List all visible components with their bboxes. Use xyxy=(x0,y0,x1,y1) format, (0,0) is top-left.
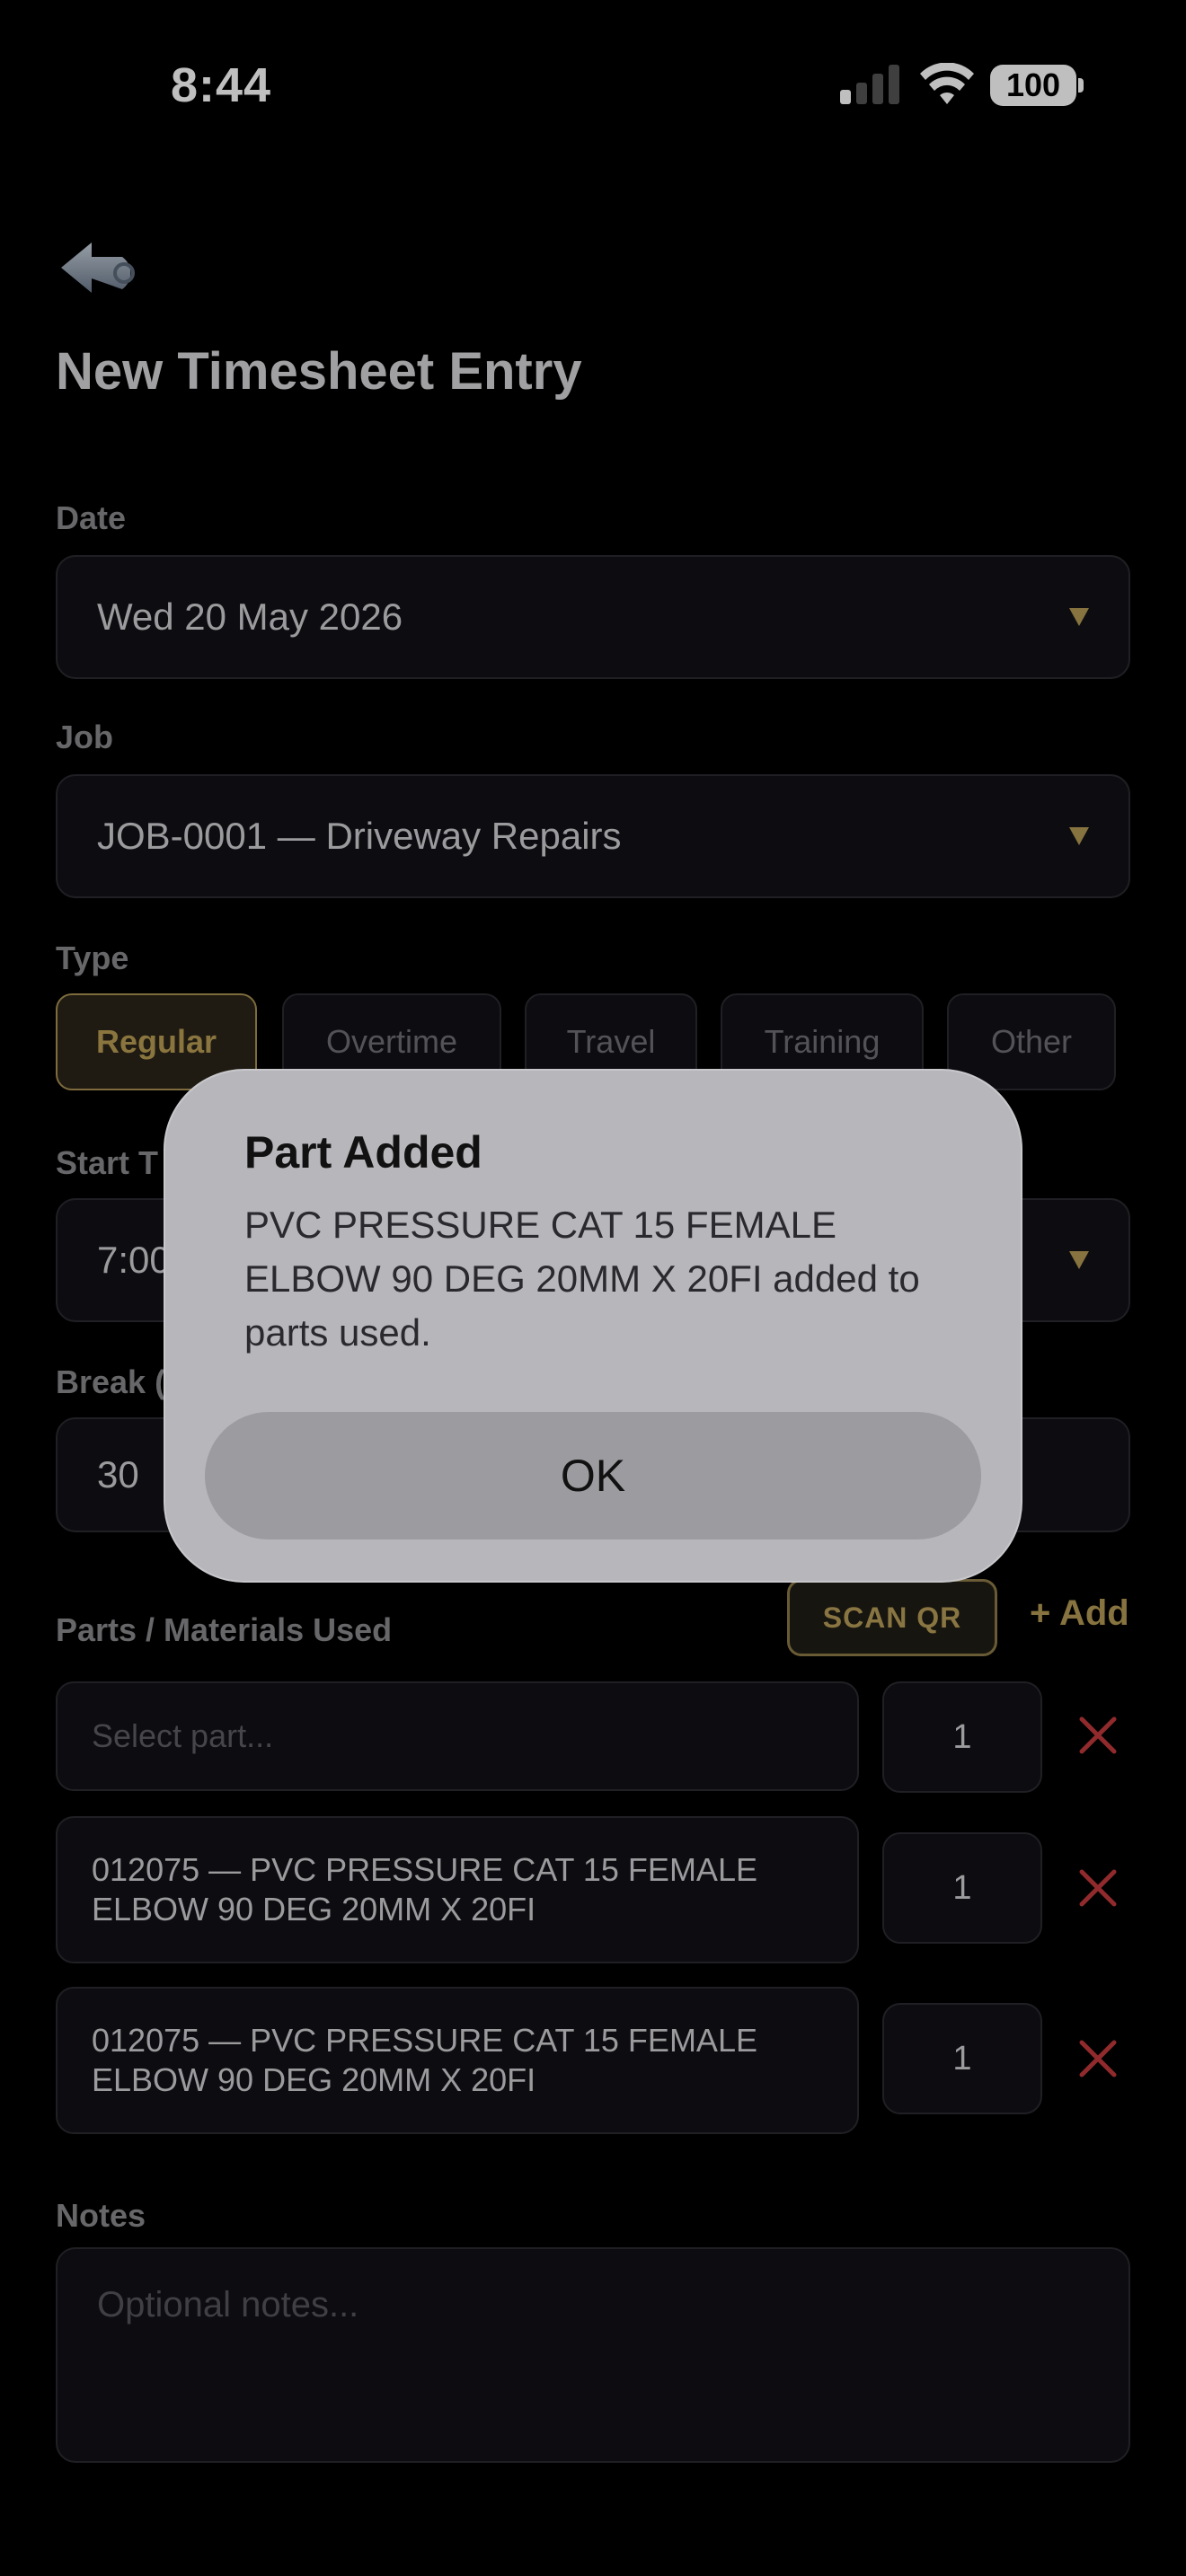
alert-dialog: Part Added PVC PRESSURE CAT 15 FEMALE EL… xyxy=(164,1069,1022,1583)
alert-title: Part Added xyxy=(244,1127,482,1178)
alert-message: PVC PRESSURE CAT 15 FEMALE ELBOW 90 DEG … xyxy=(244,1204,920,1354)
ok-button[interactable]: OK xyxy=(205,1412,981,1539)
